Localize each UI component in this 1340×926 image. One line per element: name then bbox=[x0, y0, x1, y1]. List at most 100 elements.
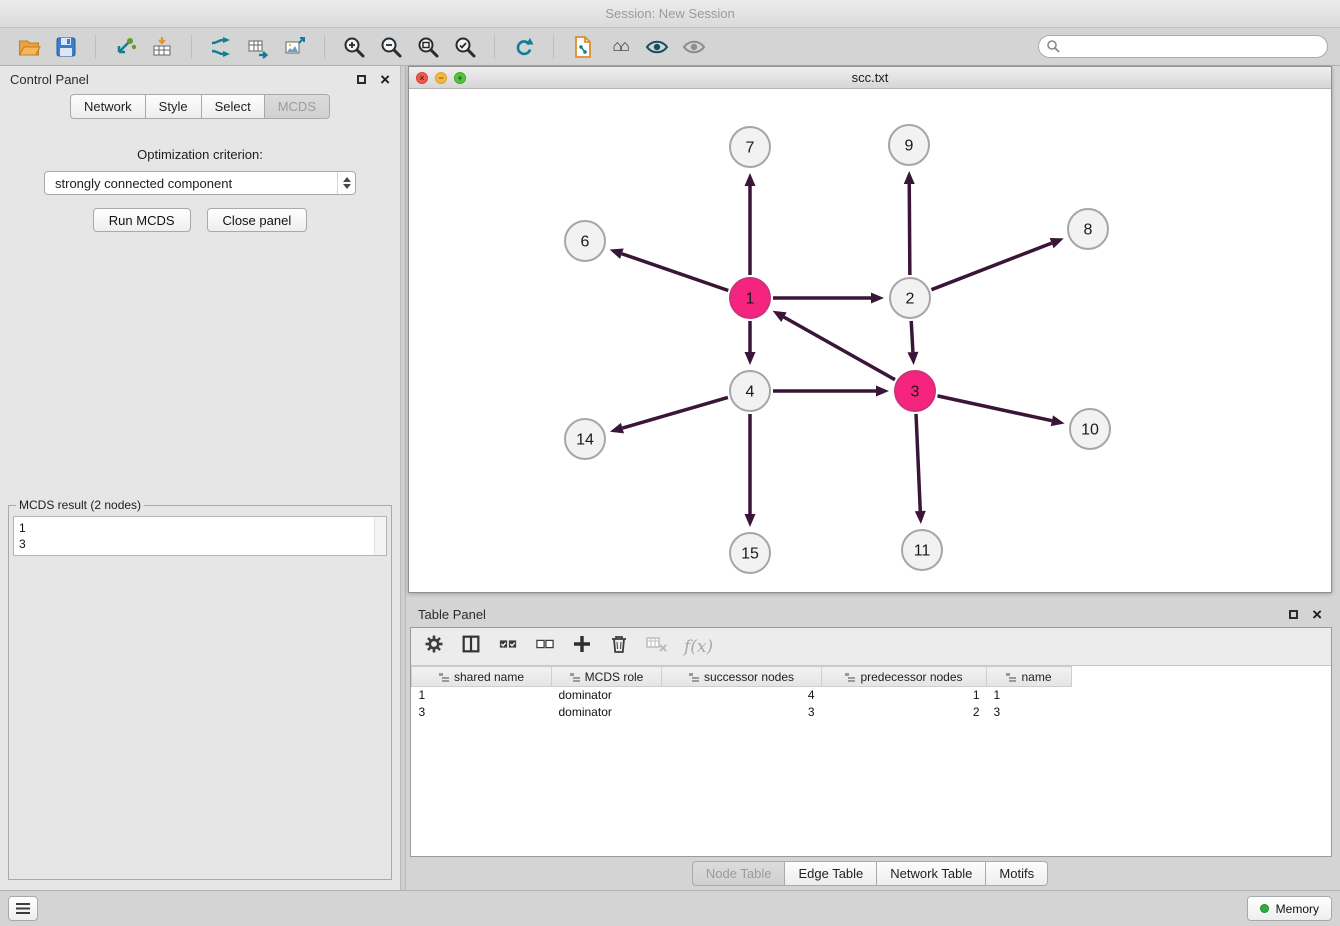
ndex-home-button[interactable]: ⌂⌂ bbox=[603, 32, 637, 62]
node-11[interactable]: 11 bbox=[902, 530, 942, 570]
node-6[interactable]: 6 bbox=[565, 221, 605, 261]
export-network-button[interactable] bbox=[204, 32, 238, 62]
zoom-in-button[interactable] bbox=[337, 32, 371, 62]
node-3[interactable]: 3 bbox=[895, 371, 935, 411]
import-table-button[interactable] bbox=[145, 32, 179, 62]
table-cell[interactable]: 1 bbox=[412, 687, 552, 704]
deselect-all-button[interactable] bbox=[534, 635, 556, 658]
edge-2-9[interactable] bbox=[909, 184, 910, 275]
export-image-button[interactable] bbox=[278, 32, 312, 62]
open-session-button[interactable] bbox=[12, 32, 46, 62]
open-document-network-button[interactable] bbox=[566, 32, 600, 62]
search-input[interactable] bbox=[1038, 35, 1328, 58]
tab-motifs[interactable]: Motifs bbox=[985, 861, 1048, 886]
column-header-predecessor-nodes[interactable]: predecessor nodes bbox=[822, 667, 987, 687]
column-header-name[interactable]: name bbox=[987, 667, 1072, 687]
zoom-fit-button[interactable] bbox=[411, 32, 445, 62]
style-preview-button[interactable] bbox=[640, 32, 674, 62]
edge-4-14[interactable] bbox=[622, 397, 727, 428]
table-cell[interactable]: 3 bbox=[412, 704, 552, 721]
edge-2-8[interactable] bbox=[931, 243, 1051, 290]
node-14[interactable]: 14 bbox=[565, 419, 605, 459]
edge-arrowhead-icon bbox=[610, 249, 624, 259]
node-2[interactable]: 2 bbox=[890, 278, 930, 318]
delete-column-button[interactable] bbox=[608, 633, 630, 660]
table-row[interactable]: 3dominator323 bbox=[412, 704, 1072, 721]
tab-network[interactable]: Network bbox=[70, 94, 146, 119]
zoom-fit-icon bbox=[416, 35, 440, 59]
import-network-button[interactable] bbox=[108, 32, 142, 62]
status-menu-button[interactable] bbox=[8, 896, 38, 921]
close-window-button[interactable]: × bbox=[416, 72, 428, 84]
tab-style[interactable]: Style bbox=[145, 94, 202, 119]
table-cell[interactable]: dominator bbox=[552, 704, 662, 721]
node-1[interactable]: 1 bbox=[730, 278, 770, 318]
column-options-icon[interactable] bbox=[439, 673, 449, 682]
node-8[interactable]: 8 bbox=[1068, 209, 1108, 249]
column-options-icon[interactable] bbox=[570, 673, 580, 682]
node-label: 14 bbox=[576, 432, 594, 449]
tab-network-table[interactable]: Network Table bbox=[876, 861, 986, 886]
column-header-successor-nodes[interactable]: successor nodes bbox=[662, 667, 822, 687]
table-cell[interactable]: 4 bbox=[662, 687, 822, 704]
tab-mcds[interactable]: MCDS bbox=[264, 94, 330, 119]
edge-3-11[interactable] bbox=[916, 414, 920, 511]
result-scrollbar[interactable] bbox=[374, 517, 386, 555]
delete-table-button[interactable] bbox=[645, 634, 669, 659]
table-row[interactable]: 1dominator411 bbox=[412, 687, 1072, 704]
edge-arrowhead-icon bbox=[745, 352, 756, 365]
zoom-window-button[interactable]: + bbox=[454, 72, 466, 84]
column-options-icon[interactable] bbox=[689, 673, 699, 682]
float-table-panel-button[interactable] bbox=[1289, 610, 1298, 619]
zoom-selected-icon bbox=[453, 35, 477, 59]
function-builder-icon[interactable]: f(x) bbox=[684, 637, 713, 657]
mcds-result-list[interactable]: 13 bbox=[13, 516, 387, 556]
close-table-panel-button[interactable]: × bbox=[1312, 606, 1322, 623]
tab-node-table[interactable]: Node Table bbox=[692, 861, 786, 886]
memory-button[interactable]: Memory bbox=[1247, 896, 1332, 921]
edge-arrowhead-icon bbox=[1050, 238, 1064, 248]
table-cell[interactable]: dominator bbox=[552, 687, 662, 704]
show-columns-button[interactable] bbox=[460, 633, 482, 660]
optimization-criterion-select[interactable]: strongly connected component bbox=[44, 171, 356, 195]
run-mcds-button[interactable]: Run MCDS bbox=[93, 208, 191, 232]
table-cell[interactable]: 1 bbox=[987, 687, 1072, 704]
columns-icon bbox=[460, 633, 482, 655]
status-bar: Memory bbox=[0, 890, 1340, 926]
node-10[interactable]: 10 bbox=[1070, 409, 1110, 449]
save-session-button[interactable] bbox=[49, 32, 83, 62]
edge-3-10[interactable] bbox=[937, 396, 1051, 421]
list-icon bbox=[16, 903, 30, 914]
float-panel-button[interactable] bbox=[357, 75, 366, 84]
table-splitter[interactable] bbox=[408, 593, 1332, 601]
node-9[interactable]: 9 bbox=[889, 125, 929, 165]
close-control-panel-button[interactable]: × bbox=[380, 71, 390, 88]
edge-1-6[interactable] bbox=[622, 254, 728, 291]
zoom-selected-button[interactable] bbox=[448, 32, 482, 62]
column-header-mcds-role[interactable]: MCDS role bbox=[552, 667, 662, 687]
column-header-shared-name[interactable]: shared name bbox=[412, 667, 552, 687]
refresh-layout-button[interactable] bbox=[507, 32, 541, 62]
table-settings-button[interactable] bbox=[423, 633, 445, 660]
column-options-icon[interactable] bbox=[845, 673, 855, 682]
tab-select[interactable]: Select bbox=[201, 94, 265, 119]
minimize-window-button[interactable]: − bbox=[435, 72, 447, 84]
graphics-details-button[interactable] bbox=[677, 32, 711, 62]
table-cell[interactable]: 1 bbox=[822, 687, 987, 704]
node-7[interactable]: 7 bbox=[730, 127, 770, 167]
export-table-button[interactable] bbox=[241, 32, 275, 62]
column-options-icon[interactable] bbox=[1006, 673, 1016, 682]
zoom-out-button[interactable] bbox=[374, 32, 408, 62]
edge-2-3[interactable] bbox=[911, 321, 913, 352]
network-canvas[interactable]: 7 9 6 8 1 2 4 3 14 10 15 11 bbox=[409, 89, 1331, 592]
select-all-button[interactable] bbox=[497, 635, 519, 658]
node-4[interactable]: 4 bbox=[730, 371, 770, 411]
edge-3-1[interactable] bbox=[784, 317, 895, 380]
close-panel-button[interactable]: Close panel bbox=[207, 208, 308, 232]
add-column-button[interactable] bbox=[571, 633, 593, 660]
table-cell[interactable]: 3 bbox=[662, 704, 822, 721]
table-cell[interactable]: 3 bbox=[987, 704, 1072, 721]
table-cell[interactable]: 2 bbox=[822, 704, 987, 721]
node-15[interactable]: 15 bbox=[730, 533, 770, 573]
tab-edge-table[interactable]: Edge Table bbox=[784, 861, 877, 886]
